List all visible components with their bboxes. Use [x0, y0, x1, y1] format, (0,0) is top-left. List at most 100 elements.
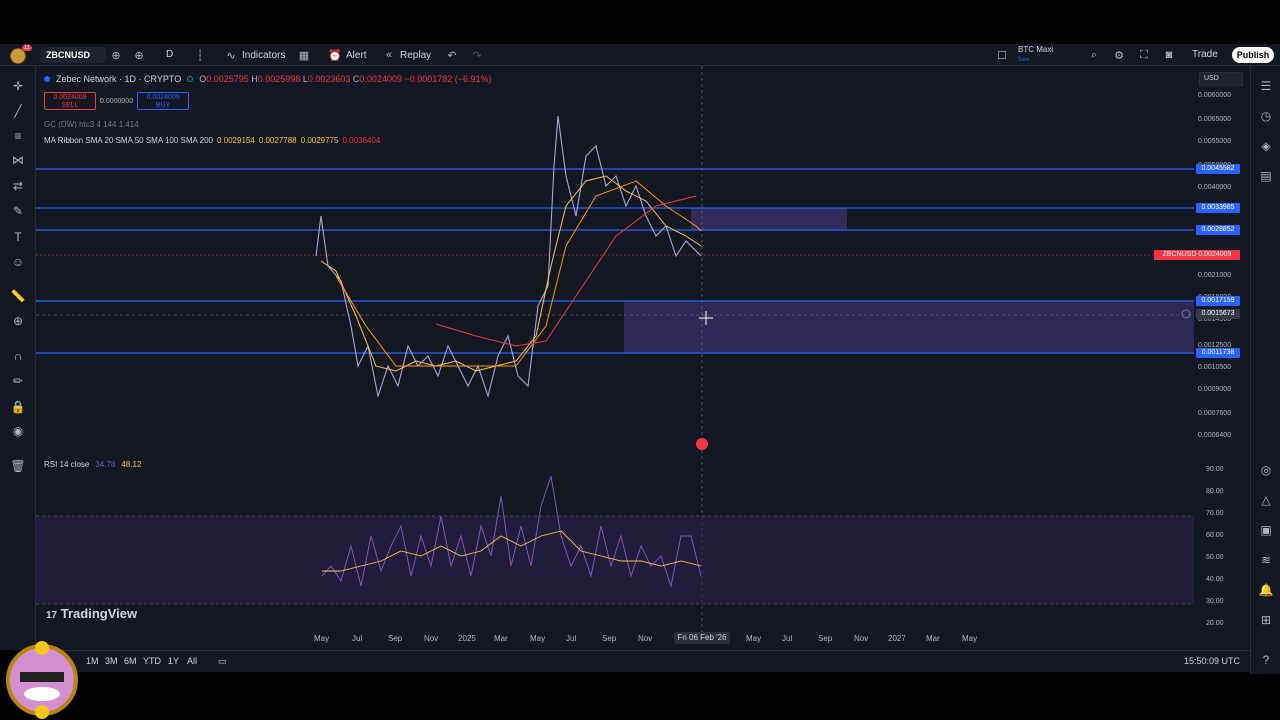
alert-label: Alert: [346, 49, 367, 61]
alert-icon: ⏰: [328, 49, 342, 62]
time-axis-tick: Jul: [782, 634, 793, 643]
symbol-search[interactable]: ZBCNUSD: [40, 47, 106, 63]
settings-icon[interactable]: ⚙: [1112, 48, 1126, 62]
currency-selector[interactable]: USD: [1199, 72, 1243, 86]
watchlist-icon[interactable]: ☰: [1258, 78, 1274, 94]
eye-icon[interactable]: ◉: [10, 423, 26, 439]
market-status-icon: [187, 76, 194, 82]
crosshair-icon[interactable]: ✛: [10, 78, 26, 94]
chat-icon[interactable]: ▤: [1258, 168, 1274, 184]
ideas-icon[interactable]: △: [1258, 492, 1274, 508]
range-button-3m[interactable]: 3M: [105, 656, 118, 666]
price-axis-tick: 0.0055000: [1198, 138, 1232, 145]
help-icon[interactable]: ?: [1258, 652, 1274, 668]
tradingview-logo: 17 TradingView: [46, 606, 137, 621]
notification-badge: 11: [22, 45, 33, 51]
alert-button[interactable]: ⏰ Alert: [328, 44, 367, 66]
magnet-icon[interactable]: ∩: [10, 348, 26, 364]
replay-button[interactable]: « Replay: [382, 44, 431, 66]
undo-icon[interactable]: ↶: [445, 48, 459, 62]
sell-label: SELL: [61, 102, 79, 109]
price-axis-tick: 0.0021000: [1198, 272, 1232, 279]
trend-line-icon[interactable]: ╱: [10, 103, 26, 119]
resistance-zone[interactable]: [691, 208, 847, 230]
range-button-1y[interactable]: 1Y: [168, 656, 179, 666]
prediction-icon[interactable]: ⇄: [10, 178, 26, 194]
rsi-axis-tick: 90.00: [1206, 466, 1224, 473]
price-level-label: ZBCNUSD 0.0024009: [1154, 250, 1240, 260]
quick-search-icon[interactable]: ⌕: [1087, 48, 1101, 62]
add-symbol-icon[interactable]: ⊕: [132, 48, 146, 62]
range-button-ytd[interactable]: YTD: [143, 656, 161, 666]
apps-grid-icon[interactable]: ⊞: [1258, 612, 1274, 628]
lock-icon[interactable]: 🔒: [10, 399, 26, 415]
ma-value-2: 0.0027788: [258, 136, 297, 145]
support-zone[interactable]: [624, 301, 1194, 353]
tradingview-wordmark: TradingView: [60, 606, 138, 621]
right-sidebar: ☰ ◷ ◈ ▤ ◎ △ ▣ ≋ 🔔 ⊞ ?: [1250, 66, 1280, 674]
alerts-clock-icon[interactable]: ◷: [1258, 108, 1274, 124]
emoji-icon[interactable]: ☺: [10, 254, 26, 270]
ma-value-4: 0.0036404: [342, 136, 381, 145]
indicators-button[interactable]: ∿ Indicators: [224, 44, 285, 66]
range-button-all[interactable]: All: [187, 656, 197, 666]
buy-button[interactable]: 0.0024009 BUY: [137, 92, 190, 110]
chart-pane[interactable]: Zebec Network · 1D · CRYPTO O0.0025795 H…: [36, 66, 1250, 650]
price-axis-tick: 0.0007600: [1198, 410, 1232, 417]
layout-icon[interactable]: ☐: [995, 48, 1009, 62]
spread-value: 0.0000000: [100, 97, 134, 105]
time-axis-tick: Nov: [424, 634, 439, 643]
layers-icon[interactable]: ◈: [1258, 138, 1274, 154]
sell-button[interactable]: 0.0024009 SELL: [44, 92, 96, 110]
symbol-title[interactable]: Zebec Network · 1D · CRYPTO: [56, 74, 181, 84]
price-chart-canvas[interactable]: [36, 66, 1250, 650]
interval-button[interactable]: D: [166, 49, 173, 60]
layout-selector[interactable]: BTC Maxi Save: [1018, 45, 1053, 65]
templates-icon[interactable]: ▦: [297, 48, 311, 62]
zoom-icon[interactable]: ⊕: [10, 313, 26, 329]
pattern-icon[interactable]: ⋈: [10, 152, 26, 168]
redo-icon[interactable]: ↷: [470, 48, 484, 62]
text-icon[interactable]: T: [10, 229, 26, 245]
price-level-label: 0.0045582: [1196, 164, 1240, 174]
crosshair-date-label: Fri 06 Feb '26: [674, 632, 730, 644]
drawing-toolbar: ✛ ╱ ≡ ⋈ ⇄ ✎ T ☺ 📏 ⊕ ∩ ✏ 🔒 ◉ 🗑: [0, 66, 36, 650]
trash-icon[interactable]: 🗑: [10, 458, 26, 474]
replay-label: Replay: [400, 49, 432, 61]
clock[interactable]: 15:50:09 UTC: [1184, 656, 1240, 666]
ma-value-1: 0.0029154: [216, 136, 255, 145]
stay-drawing-icon[interactable]: ✏: [10, 373, 26, 389]
go-to-date-icon[interactable]: ▭: [218, 656, 227, 667]
indicator-ma-ribbon-legend[interactable]: MA Ribbon SMA 20 SMA 50 SMA 100 SMA 200 …: [44, 136, 380, 145]
time-axis-tick: Mar: [494, 634, 508, 643]
time-axis-tick: May: [746, 634, 762, 643]
indicator-gc-legend[interactable]: GC (DW) htc3 4 144 1.414: [44, 120, 139, 129]
price-axis-tick: 0.0040000: [1198, 184, 1232, 191]
notifications-icon[interactable]: 🔔: [1258, 582, 1274, 598]
fullscreen-icon[interactable]: ⛶: [1137, 48, 1151, 62]
candle-type-icon[interactable]: ┆: [193, 48, 207, 62]
indicators-icon: ∿: [226, 49, 236, 62]
time-axis-tick: Jul: [566, 634, 577, 643]
brush-icon[interactable]: ✎: [10, 203, 26, 219]
calendar-icon[interactable]: ▣: [1258, 522, 1274, 538]
fib-icon[interactable]: ≡: [10, 128, 26, 144]
range-button-6m[interactable]: 6M: [124, 656, 137, 666]
streams-icon[interactable]: ≋: [1258, 552, 1274, 568]
target-icon[interactable]: ◎: [1258, 462, 1274, 478]
rsi-axis-tick: 20.00: [1206, 620, 1224, 627]
time-axis-tick: Jul: [352, 634, 363, 643]
publish-button[interactable]: Publish: [1232, 47, 1274, 63]
time-axis-tick: 2025: [458, 634, 476, 643]
price-level-label: 0.0033985: [1196, 203, 1240, 213]
time-axis-tick: 2027: [888, 634, 906, 643]
rsi-legend[interactable]: RSI 14 close 34.78 48.12: [44, 460, 141, 469]
camera-icon[interactable]: ◙: [1162, 48, 1176, 62]
compare-icon[interactable]: ⊕: [109, 48, 123, 62]
rsi-value-2: 48.12: [121, 460, 142, 469]
trade-button[interactable]: Trade: [1192, 49, 1218, 60]
economic-event-icon[interactable]: [696, 438, 708, 450]
ruler-icon[interactable]: 📏: [10, 288, 26, 304]
range-button-1m[interactable]: 1M: [86, 656, 99, 666]
replay-icon: «: [385, 49, 393, 61]
